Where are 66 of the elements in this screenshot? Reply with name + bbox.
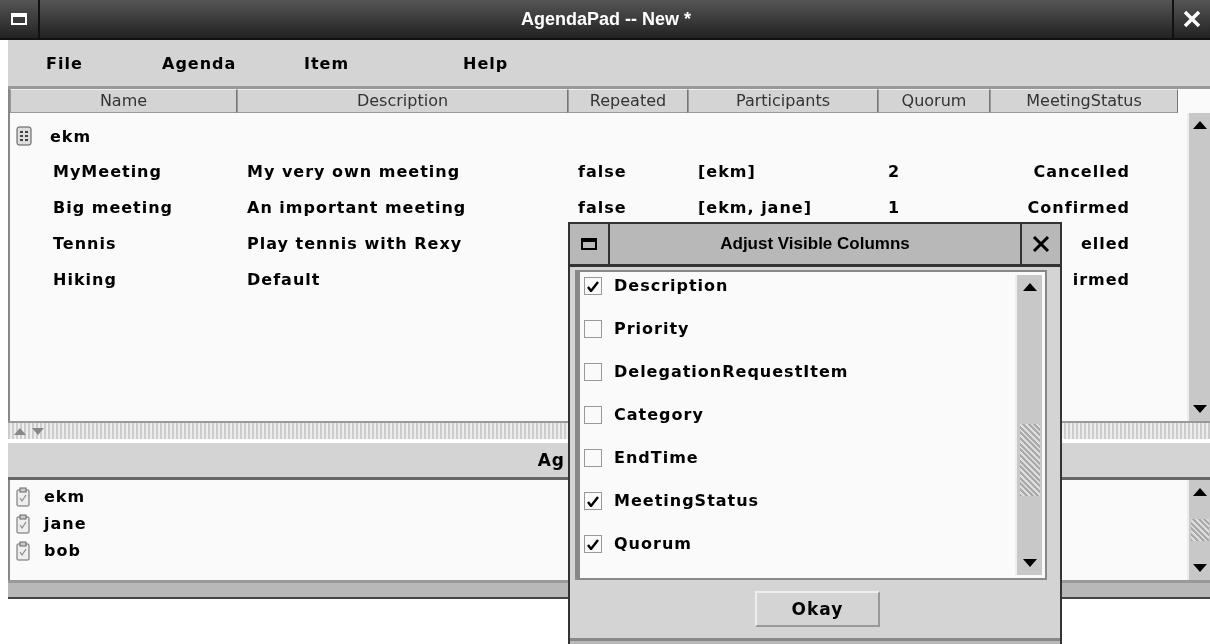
checkbox[interactable] xyxy=(584,319,602,338)
table-cell: My very own meeting xyxy=(247,161,461,181)
scroll-thumb[interactable] xyxy=(1190,519,1209,541)
down-arrow-icon[interactable] xyxy=(1192,405,1207,413)
checkbox-label[interactable]: EndTime xyxy=(614,448,699,467)
clipboard-icon xyxy=(16,540,30,561)
table-cell: false xyxy=(578,161,627,181)
checkbox-label[interactable]: Description xyxy=(614,276,729,295)
table-cell: 2 xyxy=(888,161,901,181)
checkbox-label[interactable]: DelegationRequestItem xyxy=(614,362,849,381)
scrollbar[interactable] xyxy=(1015,275,1042,575)
checkbox[interactable] xyxy=(584,491,602,510)
window-title: AgendaPad -- New * xyxy=(520,8,692,30)
tree-node-label[interactable]: ekm xyxy=(50,126,92,146)
table-cell: Tennis xyxy=(53,233,117,253)
menu-item[interactable]: Help xyxy=(463,53,1210,73)
table-cell: Play tennis with Rexy xyxy=(247,233,463,253)
calendar-icon xyxy=(16,126,32,146)
column-header[interactable]: Participants xyxy=(688,89,878,113)
clipboard-icon xyxy=(16,513,30,534)
menu-item[interactable]: File xyxy=(46,53,162,73)
up-arrow-icon[interactable] xyxy=(1192,488,1207,496)
up-arrow-icon[interactable] xyxy=(1192,121,1207,129)
table-cell: MyMeeting xyxy=(53,161,162,181)
list-item[interactable]: bob xyxy=(44,541,81,560)
checkbox-label[interactable]: Priority xyxy=(614,319,690,338)
scrollbar[interactable] xyxy=(1187,480,1210,580)
dialog-title: Adjust Visible Columns xyxy=(719,234,911,254)
close-icon[interactable] xyxy=(1032,235,1050,253)
table-cell: Cancelled xyxy=(1033,161,1130,181)
table-cell: Hiking xyxy=(53,269,117,289)
clipboard-icon xyxy=(16,486,30,507)
column-header[interactable]: MeetingStatus xyxy=(990,89,1178,113)
checkbox-label[interactable]: Category xyxy=(614,405,704,424)
list-item[interactable]: ekm xyxy=(44,487,86,506)
menu-item[interactable]: Agenda xyxy=(162,53,304,73)
column-header[interactable]: Quorum xyxy=(878,89,990,113)
table-cell: Default xyxy=(247,269,321,289)
table-cell: elled xyxy=(1080,233,1130,253)
column-header[interactable]: Name xyxy=(10,89,237,113)
checkbox-label[interactable]: Quorum xyxy=(614,534,692,553)
table-cell: irmed xyxy=(1072,269,1130,289)
scrollbar[interactable] xyxy=(1187,113,1210,421)
pane-title: Ag xyxy=(537,450,565,470)
table-cell: Confirmed xyxy=(1027,197,1130,217)
checkbox[interactable] xyxy=(584,362,602,381)
menu-item[interactable]: Item xyxy=(304,53,463,73)
table-cell: 1 xyxy=(888,197,901,217)
table-cell: false xyxy=(578,197,627,217)
column-header[interactable]: Description xyxy=(237,89,568,113)
table-cell: [ekm, jane] xyxy=(698,197,812,217)
up-arrow-icon[interactable] xyxy=(1022,283,1037,291)
checkbox[interactable] xyxy=(584,448,602,467)
table-cell: [ekm] xyxy=(698,161,756,181)
checkbox[interactable] xyxy=(584,534,602,553)
table-cell: An important meeting xyxy=(247,197,467,217)
down-arrow-icon[interactable] xyxy=(1022,559,1037,567)
down-arrow-icon[interactable] xyxy=(1192,564,1207,572)
checkbox[interactable] xyxy=(584,405,602,424)
okay-button[interactable]: Okay xyxy=(755,591,880,627)
table-cell: Big meeting xyxy=(53,197,174,217)
list-item[interactable]: jane xyxy=(44,514,87,533)
checkbox[interactable] xyxy=(584,276,602,295)
column-header[interactable]: Repeated xyxy=(568,89,688,113)
checkbox-label[interactable]: MeetingStatus xyxy=(614,491,760,510)
scroll-thumb[interactable] xyxy=(1019,424,1040,496)
